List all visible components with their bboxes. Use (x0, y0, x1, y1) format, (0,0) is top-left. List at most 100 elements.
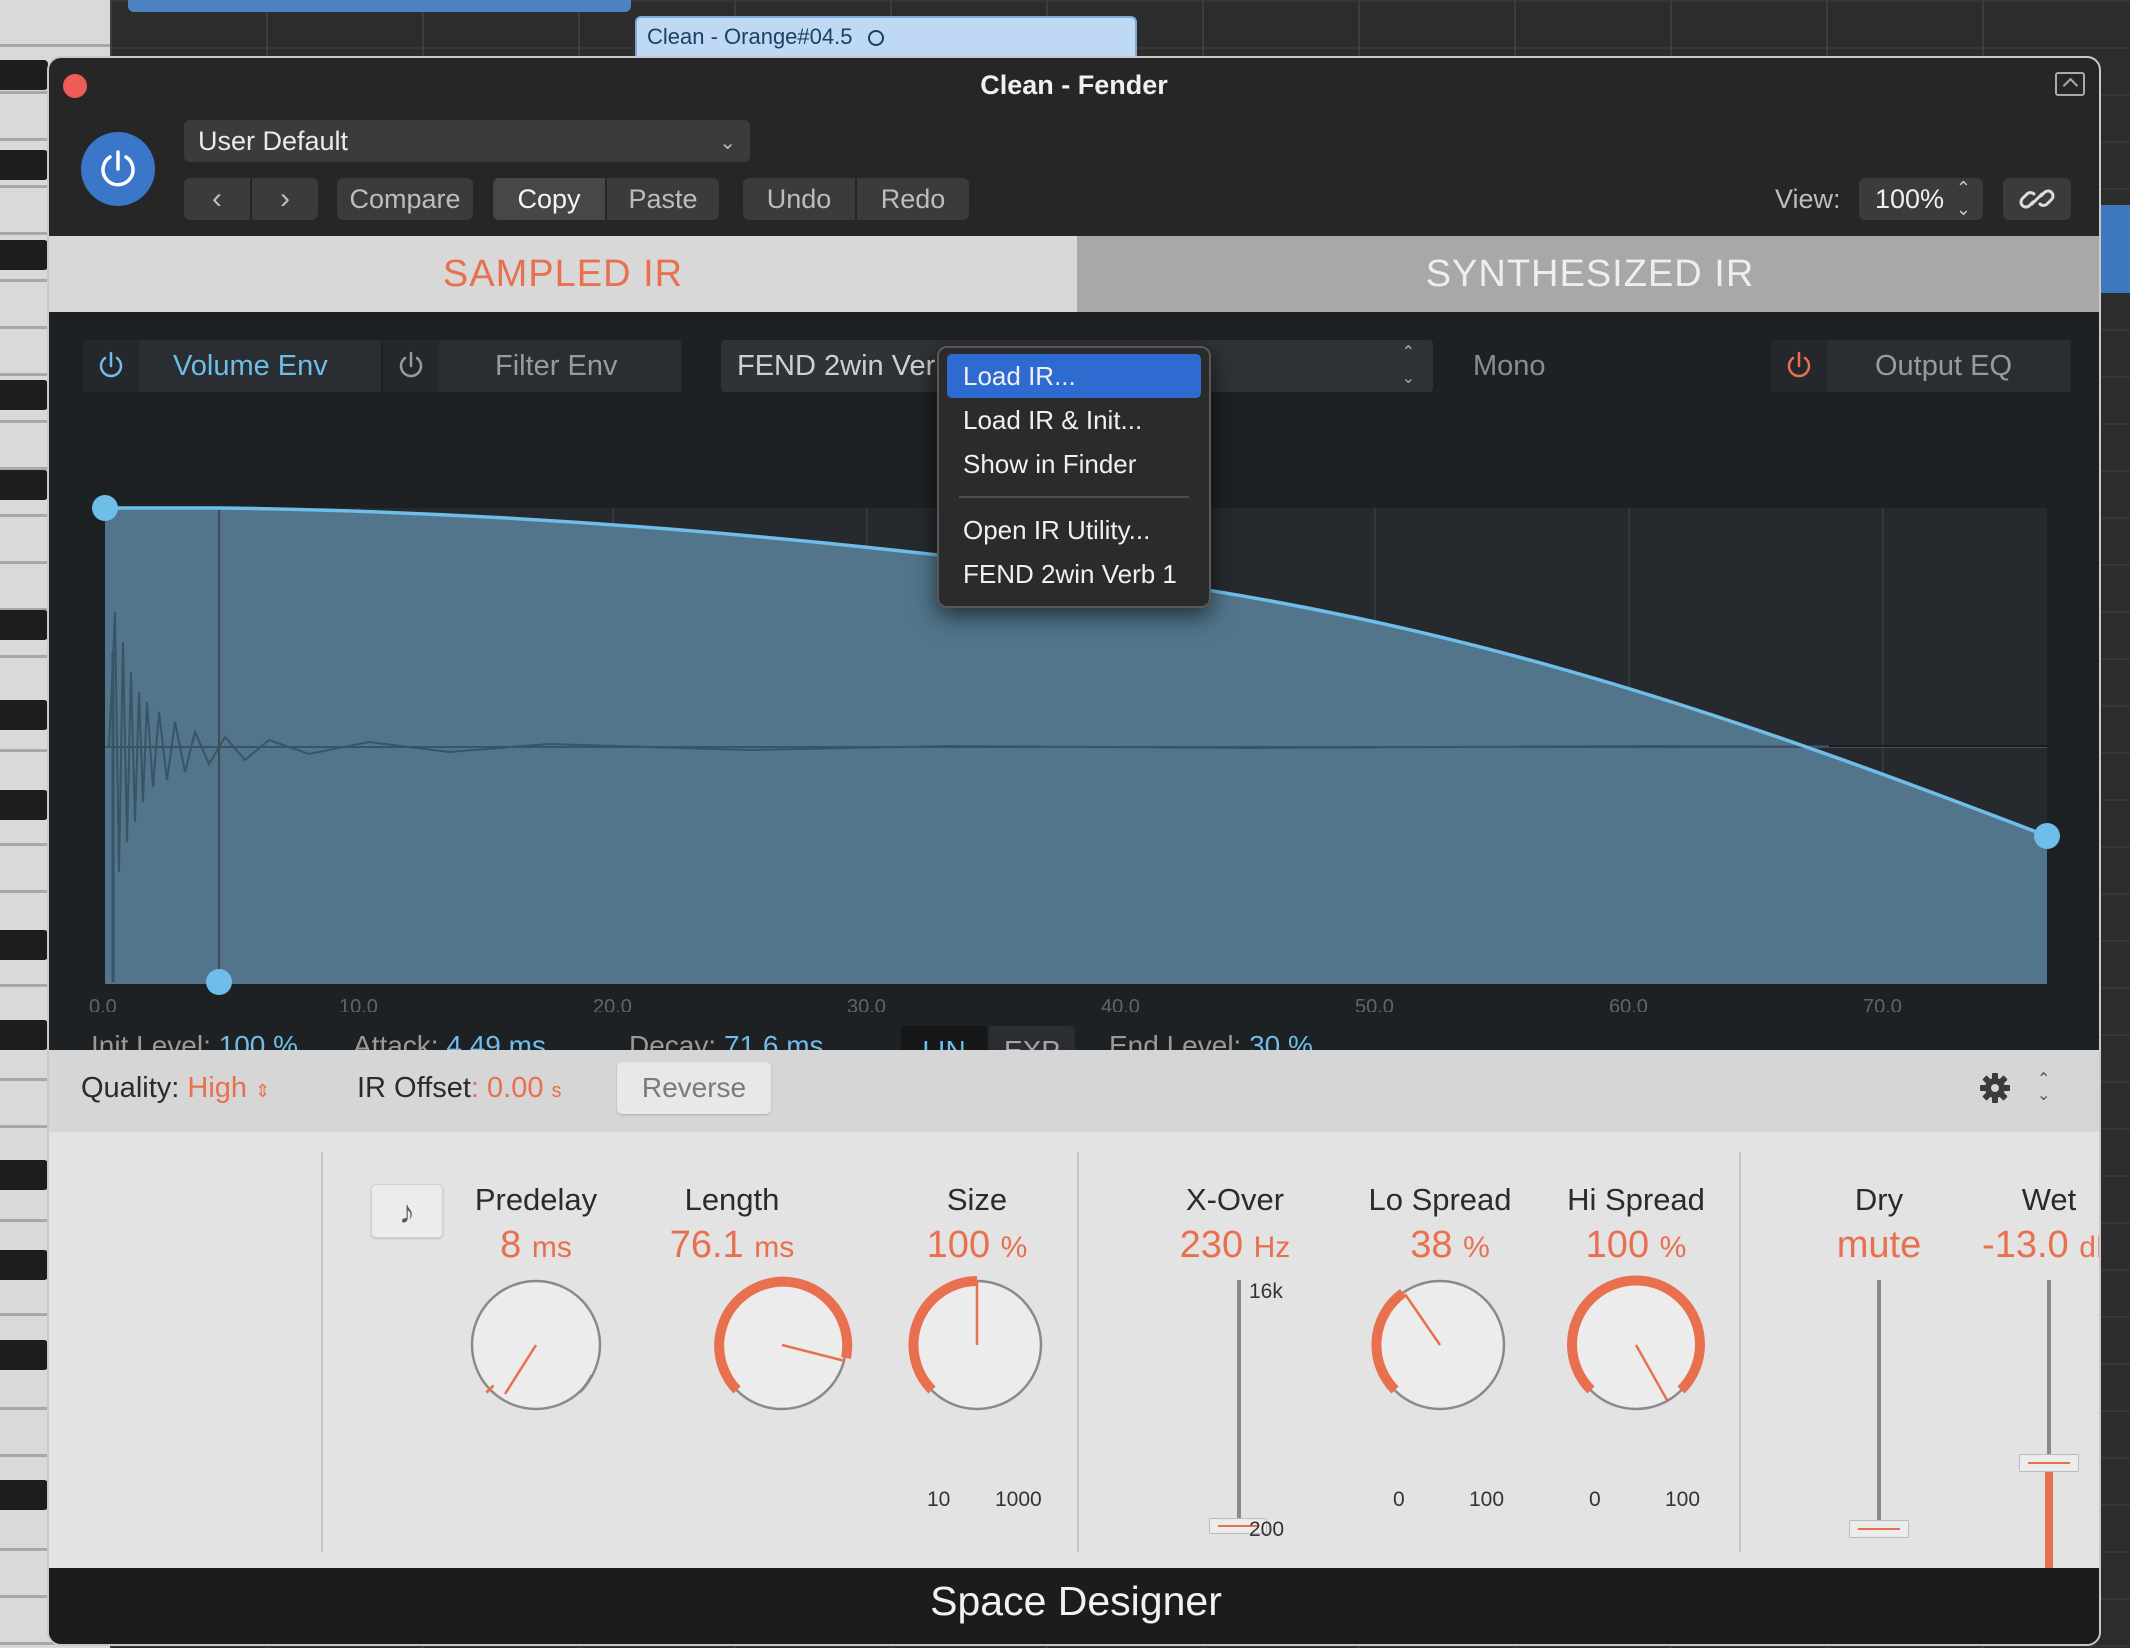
lo-spread-min-label: 0 (1393, 1488, 1405, 1511)
previous-preset-button[interactable]: ‹ (184, 178, 250, 220)
hi-spread-max-label: 100 (1665, 1488, 1701, 1511)
region-bar[interactable] (128, 0, 631, 12)
hi-spread-title: Hi Spread (1567, 1182, 1705, 1217)
region-edge[interactable] (2100, 205, 2130, 293)
ir-dropdown-menu: Load IR... Load IR & Init... Show in Fin… (937, 346, 1211, 608)
size-max-label: 1000 (995, 1488, 1042, 1511)
size-knob[interactable] (902, 1270, 1052, 1420)
ir-file-name: FEND 2win Ver (737, 350, 936, 382)
axis-tick: 70.0 (1863, 996, 1902, 1012)
hi-spread-knob[interactable] (1561, 1270, 1711, 1420)
length-value[interactable]: 76.1 ms (632, 1224, 832, 1267)
power-icon (101, 150, 135, 187)
compare-button[interactable]: Compare (337, 178, 473, 220)
power-icon (99, 351, 123, 378)
up-down-icon: ⇕ (255, 1081, 271, 1101)
axis-tick: 50.0 (1355, 996, 1394, 1012)
view-zoom-select[interactable]: 100% ⌃ ⌄ (1859, 178, 1983, 220)
power-icon (1787, 351, 1811, 378)
divider (1739, 1152, 1741, 1552)
volume-env-tab[interactable]: Volume Env (83, 340, 381, 392)
gear-icon[interactable] (1979, 1072, 2011, 1104)
plugin-power-button[interactable] (81, 132, 155, 206)
paste-button[interactable]: Paste (607, 178, 719, 220)
reverse-button[interactable]: Reverse (617, 1062, 771, 1114)
init-level-handle[interactable] (92, 495, 118, 521)
wet-title: Wet (2021, 1182, 2077, 1217)
link-icon (2019, 189, 2055, 209)
undo-button[interactable]: Undo (743, 178, 855, 220)
up-down-icon[interactable]: ⌃ ⌄ (2037, 1072, 2050, 1104)
power-icon (399, 351, 423, 378)
wet-fader-handle[interactable] (2019, 1454, 2079, 1472)
ir-offset-label: IR Offset (357, 1072, 471, 1104)
expand-icon[interactable] (2055, 72, 2085, 96)
tempo-sync-button[interactable]: ♪ (371, 1184, 443, 1238)
up-down-icon: ⌃ ⌄ (1401, 344, 1415, 387)
region-header[interactable]: Clean - Orange#04.5 (635, 16, 1137, 60)
copy-button[interactable]: Copy (493, 178, 605, 220)
output-eq-tab[interactable]: Output EQ (1771, 340, 2071, 392)
redo-button[interactable]: Redo (857, 178, 969, 220)
volume-env-label: Volume Env (173, 350, 328, 382)
lo-spread-title: Lo Spread (1368, 1182, 1512, 1217)
dry-fader-handle[interactable] (1849, 1520, 1909, 1538)
title-bar: Clean - Fender (49, 58, 2099, 112)
menu-item-load-ir-init[interactable]: Load IR & Init... (947, 398, 1201, 442)
divider (1077, 1152, 1079, 1552)
quality-select[interactable]: Quality: High ⇕ (81, 1072, 270, 1105)
size-min-label: 10 (927, 1488, 951, 1511)
wet-fader-level (2045, 1468, 2053, 1584)
quality-value[interactable]: High (187, 1072, 247, 1104)
link-button[interactable] (2003, 178, 2071, 220)
menu-item-recent-ir[interactable]: FEND 2win Verb 1 (947, 552, 1201, 596)
mono-toggle[interactable]: Mono (1473, 340, 1546, 392)
hi-spread-min-label: 0 (1589, 1488, 1601, 1511)
preset-value: User Default (198, 126, 349, 156)
plugin-name-footer: Space Designer (49, 1568, 2099, 1644)
tab-sampled-ir[interactable]: SAMPLED IR (49, 236, 1077, 312)
dry-fader[interactable] (1877, 1280, 1881, 1530)
size-value[interactable]: 100 % (877, 1224, 1077, 1267)
lo-spread-value[interactable]: 38 % (1350, 1224, 1550, 1267)
ir-offset-unit: s (551, 1080, 562, 1102)
predelay-knob[interactable] (461, 1270, 611, 1420)
preset-select[interactable]: User Default ⌄ (184, 120, 750, 162)
attack-handle[interactable] (206, 969, 232, 995)
menu-item-open-ir-utility[interactable]: Open IR Utility... (947, 508, 1201, 552)
next-preset-button[interactable]: › (252, 178, 318, 220)
xover-title: X-Over (1185, 1182, 1285, 1217)
length-knob[interactable] (707, 1270, 857, 1420)
menu-separator (959, 496, 1189, 498)
output-eq-power-button[interactable] (1771, 340, 1827, 392)
axis-tick: 60.0 (1609, 996, 1648, 1012)
quality-bar: Quality: High ⇕ IR Offset: 0.00 s Revers… (49, 1050, 2099, 1132)
dry-title: Dry (1854, 1182, 1904, 1217)
ir-offset-value[interactable]: : 0.00 (471, 1072, 544, 1104)
size-title: Size (946, 1182, 1008, 1217)
predelay-value[interactable]: 8 ms (436, 1224, 636, 1267)
ir-offset-param[interactable]: IR Offset: 0.00 s (357, 1072, 562, 1105)
menu-item-load-ir[interactable]: Load IR... (947, 354, 1201, 398)
lo-spread-knob[interactable] (1365, 1270, 1515, 1420)
end-level-handle[interactable] (2034, 823, 2060, 849)
window-title: Clean - Fender (980, 70, 1168, 100)
menu-item-show-in-finder[interactable]: Show in Finder (947, 442, 1201, 486)
axis-tick: 0.0 (89, 996, 117, 1012)
xover-slider[interactable] (1237, 1280, 1241, 1524)
volume-env-power-button[interactable] (83, 340, 139, 392)
length-title: Length (684, 1182, 780, 1217)
region-name: Clean - Orange#04.5 (647, 24, 853, 49)
hi-spread-value[interactable]: 100 % (1536, 1224, 1736, 1267)
up-down-icon: ⌃ ⌄ (1955, 178, 1971, 219)
output-eq-label: Output EQ (1875, 350, 2013, 382)
tab-synthesized-ir[interactable]: SYNTHESIZED IR (1077, 236, 2099, 312)
xover-value[interactable]: 230 Hz (1135, 1224, 1335, 1267)
lo-spread-max-label: 100 (1469, 1488, 1505, 1511)
filter-env-tab[interactable]: Filter Env (383, 340, 681, 392)
predelay-title: Predelay (474, 1182, 598, 1217)
wet-value[interactable]: -13.0 dB (1949, 1224, 2099, 1267)
axis-tick: 30.0 (847, 996, 886, 1012)
loop-ring-icon (868, 30, 885, 46)
filter-env-power-button[interactable] (383, 340, 439, 392)
